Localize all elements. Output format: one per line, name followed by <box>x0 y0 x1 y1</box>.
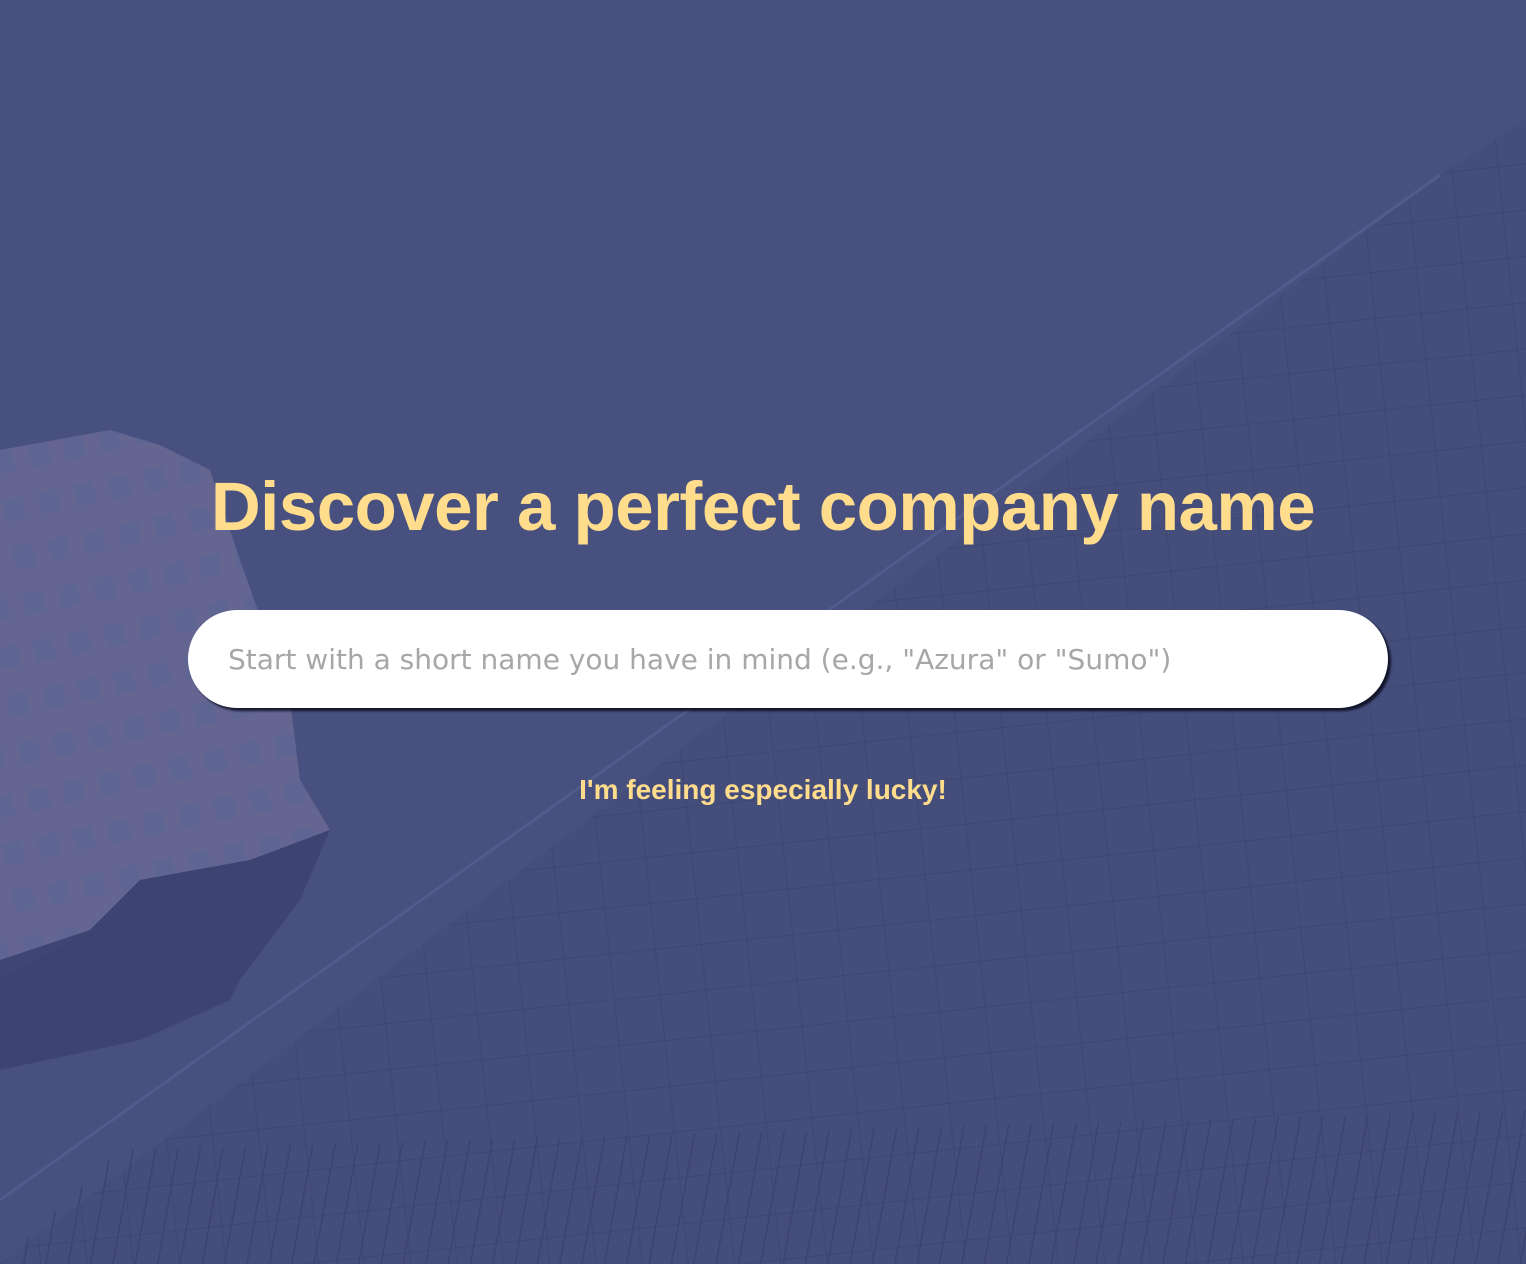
search-bar[interactable] <box>188 610 1388 708</box>
feeling-lucky-link[interactable]: I'm feeling especially lucky! <box>579 774 947 805</box>
page-title: Discover a perfect company name <box>210 468 1316 545</box>
lucky-link-container: I'm feeling especially lucky! <box>0 770 1526 810</box>
company-name-search-input[interactable] <box>188 610 1388 708</box>
hero-section: Discover a perfect company name I'm feel… <box>0 0 1526 1264</box>
